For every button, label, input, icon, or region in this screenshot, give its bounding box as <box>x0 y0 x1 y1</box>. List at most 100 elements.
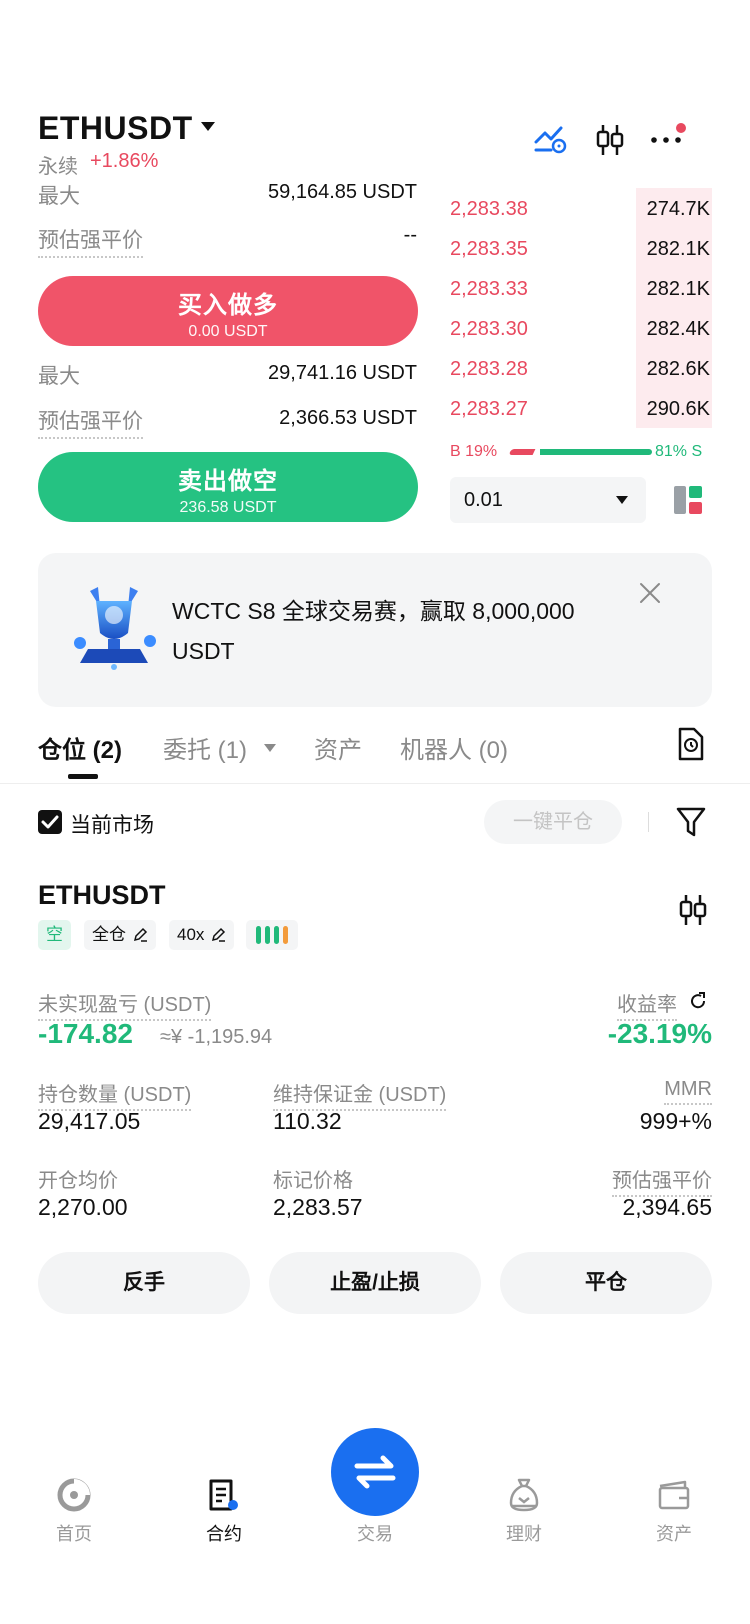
ask-price: 2,283.35 <box>450 238 528 260</box>
nav-home[interactable]: 首页 <box>24 1470 124 1546</box>
position-liq-label[interactable]: 预估强平价 <box>612 1164 712 1197</box>
sell-short-button[interactable]: 卖出做空 236.58 USDT <box>38 452 418 522</box>
pair-title[interactable]: ETHUSDT <box>38 110 193 147</box>
precision-dropdown-icon <box>616 496 628 504</box>
size-label[interactable]: 持仓数量 (USDT) <box>38 1078 192 1111</box>
contract-doc-icon <box>174 1470 274 1520</box>
nav-earn-label: 理财 <box>506 1524 542 1544</box>
precision-value: 0.01 <box>464 489 503 511</box>
entry-price-value: 2,270.00 <box>38 1194 128 1220</box>
margin-mode-tag[interactable]: 全仓 <box>84 920 156 950</box>
buy-long-button[interactable]: 买入做多 0.00 USDT <box>38 276 418 346</box>
close-position-button[interactable]: 平仓 <box>500 1252 712 1314</box>
pnl-value: -174.82 <box>38 1018 133 1049</box>
trade-fab[interactable] <box>331 1428 419 1516</box>
swap-icon <box>354 1455 396 1489</box>
tab-orders-dropdown-icon[interactable] <box>264 740 276 758</box>
position-chart-icon[interactable] <box>678 893 708 932</box>
short-max-value: 29,741.16 USDT <box>268 362 417 384</box>
wallet-icon <box>624 1470 724 1520</box>
sell-short-label: 卖出做空 <box>178 468 278 495</box>
current-market-label[interactable]: 当前市场 <box>70 809 154 839</box>
orderbook-ask-row[interactable]: 2,283.30 282.4K <box>450 308 712 348</box>
precision-select[interactable]: 0.01 <box>450 477 646 523</box>
orderbook-ask-row[interactable]: 2,283.28 282.6K <box>450 348 712 388</box>
nav-trade-label: 交易 <box>357 1524 393 1544</box>
current-market-checkbox[interactable] <box>38 810 62 834</box>
tabs-divider <box>0 783 750 784</box>
long-liq-value: -- <box>403 224 417 246</box>
nav-home-label: 首页 <box>56 1524 92 1544</box>
close-banner-icon[interactable] <box>638 581 662 610</box>
mmr-value: 999+% <box>639 1108 712 1134</box>
leverage-tag[interactable]: 40x <box>169 920 235 950</box>
short-liq-label[interactable]: 预估强平价 <box>38 405 143 439</box>
buy-ratio: B 19% <box>450 443 498 460</box>
more-options-icon[interactable] <box>650 122 688 157</box>
pnl-cny: ≈¥ -1,195.94 <box>160 1026 273 1048</box>
tab-orders[interactable]: 委托 (1) <box>163 730 247 765</box>
nav-contracts-label: 合约 <box>206 1524 242 1544</box>
short-liq-value: 2,366.53 USDT <box>279 407 417 429</box>
ask-size: 282.6K <box>646 358 710 380</box>
ask-price: 2,283.33 <box>450 278 528 300</box>
buy-long-amount: 0.00 USDT <box>188 323 268 340</box>
maint-margin-value: 110.32 <box>273 1108 342 1134</box>
ask-price: 2,283.38 <box>450 198 528 220</box>
roe-label[interactable]: 收益率 <box>617 988 677 1021</box>
nav-assets-label: 资产 <box>656 1524 692 1544</box>
maint-margin-label[interactable]: 维持保证金 (USDT) <box>273 1078 447 1111</box>
price-change: +1.86% <box>90 150 159 172</box>
nav-earn[interactable]: 理财 <box>474 1470 574 1546</box>
strategy-icon[interactable] <box>533 122 569 161</box>
tpsl-button[interactable]: 止盈/止损 <box>269 1252 481 1314</box>
orderbook-ask-row[interactable]: 2,283.35 282.1K <box>450 228 712 268</box>
nav-trade-label-wrap[interactable]: 交易 <box>325 1520 425 1546</box>
mark-price-label: 标记价格 <box>273 1170 353 1192</box>
ask-size: 274.7K <box>646 198 710 220</box>
candlestick-chart-icon[interactable] <box>594 123 626 162</box>
ask-size: 282.1K <box>646 278 710 300</box>
side-tag: 空 <box>38 920 71 950</box>
ask-size: 282.1K <box>646 238 710 260</box>
close-all-button[interactable]: 一键平仓 <box>484 800 622 844</box>
leverage-label: 40x <box>177 925 205 944</box>
promo-banner[interactable]: WCTC S8 全球交易赛，赢取 8,000,000 USDT <box>38 553 712 707</box>
tab-active-indicator <box>68 774 98 779</box>
history-icon[interactable] <box>676 727 704 766</box>
tab-bots[interactable]: 机器人 (0) <box>400 730 508 765</box>
position-symbol[interactable]: ETHUSDT <box>38 880 166 911</box>
banner-text: WCTC S8 全球交易赛，赢取 8,000,000 USDT <box>172 598 575 664</box>
nav-assets[interactable]: 资产 <box>624 1470 724 1546</box>
reverse-button[interactable]: 反手 <box>38 1252 250 1314</box>
roe-value: -23.19% <box>607 1018 712 1049</box>
tab-positions[interactable]: 仓位 (2) <box>38 730 122 765</box>
roe-share-icon[interactable] <box>688 991 708 1016</box>
filter-icon[interactable] <box>676 806 706 843</box>
ratio-bar-sell <box>539 449 652 455</box>
buy-long-label: 买入做多 <box>178 292 278 319</box>
orderbook-ask-row[interactable]: 2,283.38 274.7K <box>450 188 712 228</box>
orderbook-ask-row[interactable]: 2,283.33 282.1K <box>450 268 712 308</box>
ask-size: 282.4K <box>646 318 710 340</box>
ratio-bar <box>508 449 652 455</box>
edit-margin-icon <box>133 927 148 942</box>
long-max-label: 最大 <box>38 185 80 208</box>
trophy-image <box>68 583 160 680</box>
sell-ratio: 81% S <box>655 443 703 460</box>
contract-type: 永续 <box>38 156 78 178</box>
home-icon <box>24 1470 124 1520</box>
filter-divider <box>648 812 649 832</box>
margin-mode-label: 全仓 <box>92 925 126 944</box>
nav-contracts[interactable]: 合约 <box>174 1470 274 1546</box>
mmr-label[interactable]: MMR <box>664 1078 712 1105</box>
orderbook-ask-row[interactable]: 2,283.27 290.6K <box>450 388 712 428</box>
tab-assets[interactable]: 资产 <box>314 730 362 765</box>
sell-short-amount: 236.58 USDT <box>179 499 277 516</box>
position-liq-value: 2,394.65 <box>622 1194 712 1220</box>
orderbook-layout-icon[interactable] <box>674 486 702 519</box>
long-liq-label[interactable]: 预估强平价 <box>38 224 143 258</box>
short-max-label: 最大 <box>38 365 80 388</box>
pnl-label[interactable]: 未实现盈亏 (USDT) <box>38 988 212 1021</box>
pair-dropdown-icon[interactable] <box>200 120 216 138</box>
